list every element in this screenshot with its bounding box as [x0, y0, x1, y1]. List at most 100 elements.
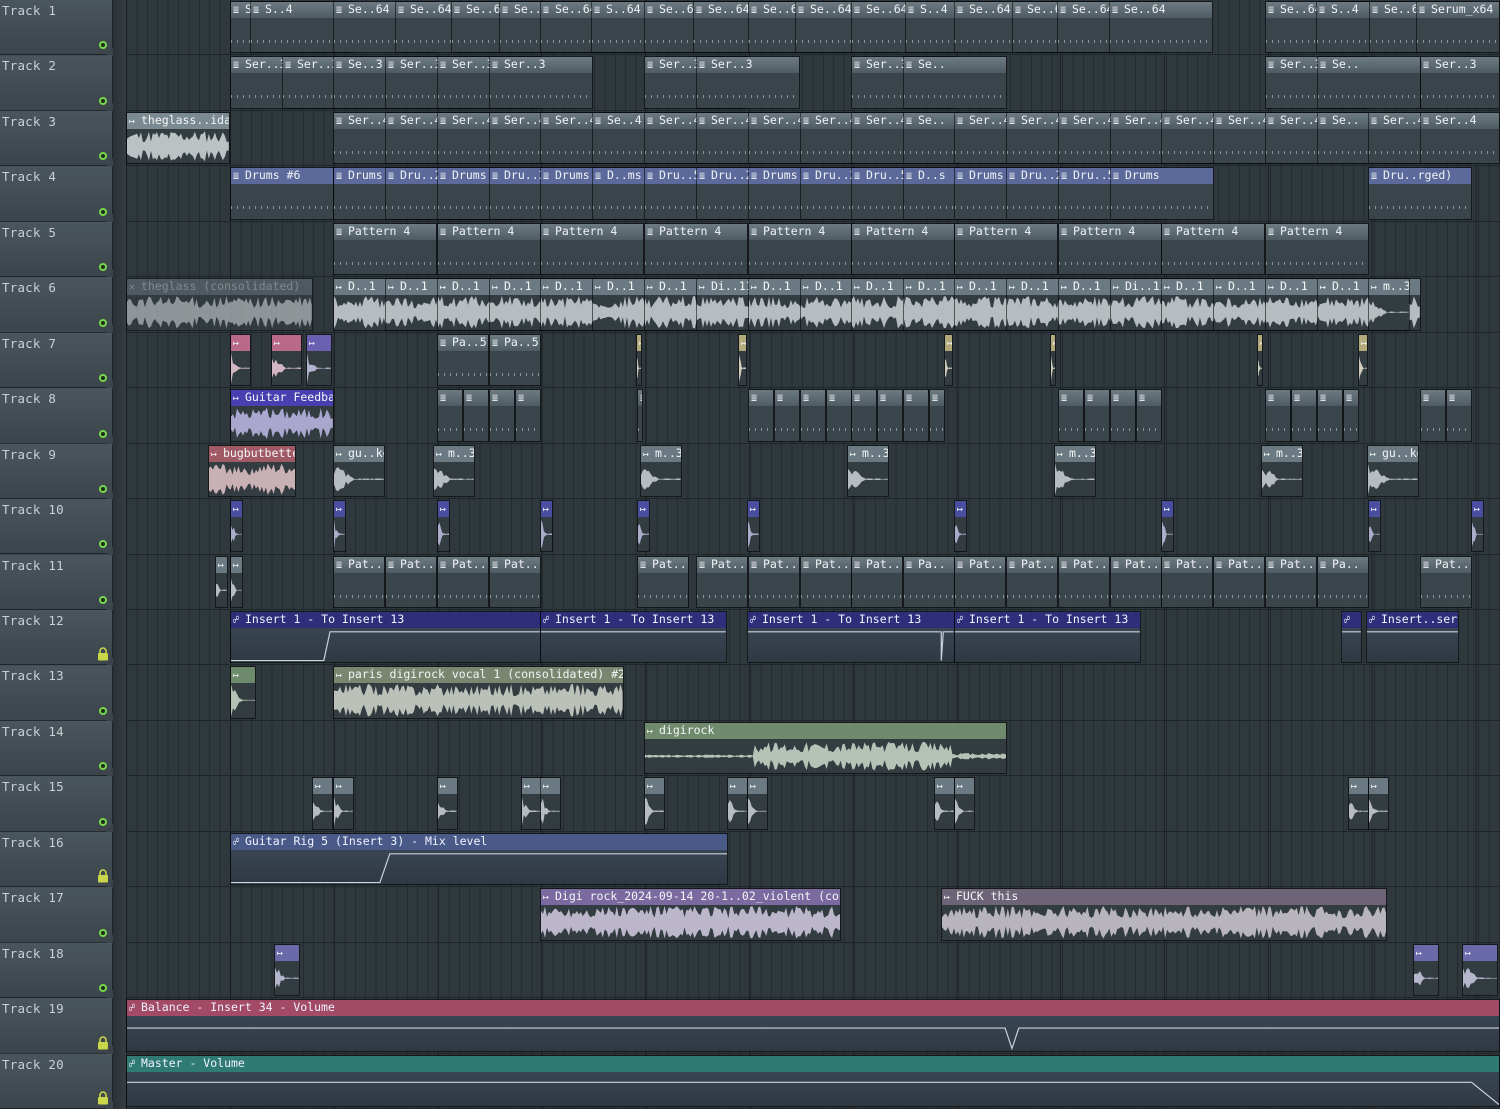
- audio-clip[interactable]: ↦: [230, 555, 244, 608]
- audio-clip[interactable]: ↦: [1050, 333, 1057, 387]
- pattern-clip[interactable]: ≣ Ser..3: [1420, 56, 1500, 109]
- clip-title-bar[interactable]: ≣ Pat..1: [490, 556, 540, 573]
- clip-title-bar[interactable]: ☍ Insert 1 - To Insert 13: [541, 611, 726, 628]
- clip-title-bar[interactable]: ↦: [955, 778, 974, 795]
- clip-title-bar[interactable]: ↦: [522, 778, 541, 795]
- pattern-clip[interactable]: ≣ Pattern 4: [540, 222, 644, 276]
- clip-title-bar[interactable]: ↦: [272, 334, 302, 351]
- audio-clip[interactable]: ↦: [738, 333, 748, 387]
- playlist-grid[interactable]: ≣ Se..64 ≣ S..4 ≣ Se..64 ≣ Se..64 ≣ Se..64 ≣ Se..64…: [126, 0, 1500, 1109]
- pattern-clip[interactable]: ≣ Se..: [903, 56, 1007, 109]
- audio-clip[interactable]: ↦: [1358, 333, 1369, 387]
- clip-title-bar[interactable]: ↦: [1472, 501, 1484, 518]
- audio-clip[interactable]: ↦: [1161, 500, 1175, 553]
- audio-clip[interactable]: ✕ theglass (consolidated): [126, 278, 313, 331]
- clip-title-bar[interactable]: ≣ Se..: [904, 57, 1006, 74]
- pattern-clip[interactable]: ≣: [489, 389, 515, 442]
- audio-clip[interactable]: ↦: [230, 500, 244, 553]
- pattern-clip[interactable]: ≣: [1084, 389, 1110, 442]
- automation-clip[interactable]: ☍: [1341, 610, 1362, 664]
- pattern-clip[interactable]: ≣: [1317, 389, 1343, 442]
- pattern-clip[interactable]: ≣: [748, 389, 774, 442]
- track-enable-led-icon[interactable]: [99, 595, 107, 604]
- pattern-clip[interactable]: ≣ Pa..5: [489, 333, 541, 387]
- audio-clip[interactable]: ↦: [271, 333, 303, 387]
- clip-title-bar[interactable]: ↦: [231, 334, 250, 351]
- pattern-clip[interactable]: ≣ Dru..rged): [1368, 167, 1472, 220]
- clip-title-bar[interactable]: ≣ Pa..: [1318, 556, 1368, 573]
- clip-title-bar[interactable]: ↦: [313, 778, 332, 795]
- clip-title-bar[interactable]: ↦: [1051, 334, 1056, 351]
- track-enable-led-icon[interactable]: [99, 96, 107, 105]
- clip-title-bar[interactable]: ↦: [216, 556, 228, 573]
- audio-clip[interactable]: ↦: [521, 777, 542, 830]
- clip-title-bar[interactable]: ↦: [231, 556, 243, 573]
- pattern-clip[interactable]: ≣ Pat..1: [696, 555, 748, 608]
- clip-title-bar[interactable]: ↦: [748, 501, 760, 518]
- audio-clip[interactable]: ↦: [540, 777, 561, 830]
- track-header[interactable]: Track 15: [0, 776, 113, 832]
- track-header[interactable]: Track 17: [0, 887, 113, 943]
- pattern-clip[interactable]: ≣: [515, 389, 541, 442]
- audio-clip[interactable]: ↦: [306, 333, 332, 387]
- pattern-clip[interactable]: ≣: [437, 389, 463, 442]
- automation-clip[interactable]: ☍ Insert 1 - To Insert 13: [230, 610, 542, 664]
- pattern-clip[interactable]: ≣: [1265, 389, 1291, 442]
- audio-clip[interactable]: ↦: [437, 500, 451, 553]
- clip-title-bar[interactable]: ≣: [904, 390, 928, 407]
- clip-title-bar[interactable]: ≣ Pa..5: [438, 334, 488, 351]
- clip-title-bar[interactable]: ↦: [1162, 501, 1174, 518]
- track-header[interactable]: Track 5: [0, 221, 113, 278]
- clip-title-bar[interactable]: ≣: [438, 390, 462, 407]
- clip-title-bar[interactable]: ↦ m..3: [1055, 445, 1095, 462]
- pattern-clip[interactable]: ≣ Pat..1: [385, 555, 437, 608]
- track-enable-led-icon[interactable]: [99, 540, 107, 549]
- track-header[interactable]: Track 12: [0, 609, 113, 666]
- clip-title-bar[interactable]: ≣ Dru..rged): [1369, 168, 1471, 185]
- pattern-clip[interactable]: ≣ Ser..3: [489, 56, 593, 109]
- pattern-clip[interactable]: ≣ Se..: [1317, 56, 1421, 109]
- clip-title-bar[interactable]: ↦: [748, 778, 767, 795]
- pattern-clip[interactable]: ≣ Pat..1: [1110, 555, 1162, 608]
- pattern-clip[interactable]: ≣ Pat..1: [1058, 555, 1110, 608]
- clip-title-bar[interactable]: ≣ Serum_x64: [1417, 2, 1499, 18]
- track-header[interactable]: Track 20: [0, 1053, 113, 1109]
- track-header[interactable]: Track 2: [0, 55, 113, 111]
- pattern-clip[interactable]: ≣: [851, 389, 877, 442]
- pattern-clip[interactable]: ≣ Ser..3: [696, 56, 800, 109]
- pattern-clip[interactable]: ≣ Drums: [1110, 167, 1214, 220]
- pattern-clip[interactable]: ≣ Pat..1: [489, 555, 541, 608]
- clip-title-bar[interactable]: ↦: [1258, 334, 1263, 351]
- track-header[interactable]: Track 11: [0, 554, 113, 610]
- pattern-clip[interactable]: ≣ Pat..1: [1420, 555, 1472, 608]
- clip-title-bar[interactable]: ≣: [1085, 390, 1109, 407]
- clip-title-bar[interactable]: ↦ bugbutbetter: [209, 445, 296, 462]
- track-enable-led-icon[interactable]: [99, 984, 107, 993]
- automation-clip[interactable]: ☍ Insert 1 - To Insert 13: [747, 610, 955, 664]
- clip-title-bar[interactable]: ↦ m..3: [848, 445, 888, 462]
- pattern-clip[interactable]: ≣: [1058, 389, 1084, 442]
- pattern-clip[interactable]: ≣ Pa..5: [437, 333, 489, 387]
- audio-clip[interactable]: ↦: [1462, 943, 1499, 997]
- audio-clip[interactable]: ↦: [944, 333, 954, 387]
- clip-title-bar[interactable]: ↦: [935, 778, 954, 795]
- track-enable-led-icon[interactable]: [99, 762, 107, 771]
- clip-title-bar[interactable]: ↦: [541, 778, 560, 795]
- clip-title-bar[interactable]: ↦ paris digirock vocal 1 (consolidated) #…: [334, 667, 623, 684]
- pattern-clip[interactable]: ≣ Pattern 4: [1058, 222, 1162, 276]
- pattern-clip[interactable]: ≣ Pat..1: [637, 555, 689, 608]
- pattern-clip[interactable]: ≣: [1291, 389, 1317, 442]
- clip-title-bar[interactable]: ≣: [1137, 390, 1161, 407]
- clip-title-bar[interactable]: ↦: [638, 501, 650, 518]
- clip-title-bar[interactable]: ≣ Pat..1: [1162, 556, 1212, 573]
- pattern-clip[interactable]: ≣: [929, 389, 945, 442]
- audio-clip[interactable]: ↦: [747, 777, 768, 830]
- track-enable-led-icon[interactable]: [99, 207, 107, 216]
- audio-clip[interactable]: ↦: [644, 777, 665, 830]
- track-enable-led-icon[interactable]: [99, 318, 107, 327]
- clip-title-bar[interactable]: ↦: [307, 334, 331, 351]
- clip-title-bar[interactable]: ≣: [464, 390, 488, 407]
- clip-title-bar[interactable]: ≣ Pattern 4: [1162, 223, 1264, 240]
- automation-clip[interactable]: ☍ Balance - Insert 34 - Volume: [126, 999, 1500, 1052]
- pattern-clip[interactable]: ≣ Pat..1: [333, 555, 385, 608]
